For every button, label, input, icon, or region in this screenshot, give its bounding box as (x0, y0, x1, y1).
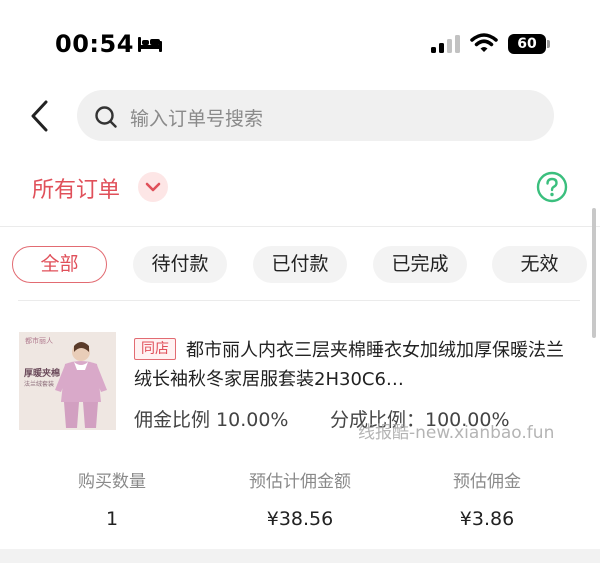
tab-invalid[interactable]: 无效 (492, 246, 587, 283)
section-separator (0, 549, 600, 563)
battery-tip (547, 40, 550, 48)
product-image[interactable]: 都市丽人 厚暖夹棉 法兰绒套装 (19, 332, 116, 430)
search-placeholder: 输入订单号搜索 (130, 108, 264, 130)
help-icon[interactable] (536, 171, 568, 203)
divider (0, 226, 600, 227)
chevron-down-icon (145, 182, 161, 192)
status-time: 00:54 (55, 30, 134, 58)
cellular-signal-icon (431, 35, 460, 53)
commission-rate: 佣金比例 10.00% (134, 409, 289, 431)
watermark: 线报酷-new.xianbao.fun (358, 423, 555, 443)
quantity-value: 1 (105, 508, 119, 530)
tab-pending-payment[interactable]: 待付款 (133, 246, 227, 283)
commission-base-value: ¥38.56 (266, 508, 334, 530)
product-image-brand: 都市丽人 (25, 337, 53, 345)
commission-base-label: 预估计佣金额 (249, 472, 351, 492)
sleep-mode-icon (138, 37, 162, 52)
product-image-caption: 厚暖夹棉 (24, 369, 61, 379)
tab-all[interactable]: 全部 (12, 246, 107, 283)
tab-paid[interactable]: 已付款 (253, 246, 347, 283)
quantity-label: 购买数量 (78, 472, 146, 492)
divider (18, 300, 580, 301)
order-filter-title[interactable]: 所有订单 (32, 172, 120, 204)
estimated-commission-value: ¥3.86 (459, 508, 515, 530)
search-input[interactable]: 输入订单号搜索 (77, 90, 554, 141)
tab-completed[interactable]: 已完成 (373, 246, 467, 283)
order-filter-dropdown[interactable] (138, 172, 168, 202)
battery-level: 60 (508, 34, 546, 54)
shop-badge: 同店 (134, 338, 176, 360)
product-title[interactable]: 都市丽人内衣三层夹棉睡衣女加绒加厚保暖法兰绒长袖秋冬家居服套装2H30C6… (134, 336, 580, 394)
battery-indicator: 60 (508, 34, 550, 54)
scrollbar[interactable] (592, 208, 596, 338)
search-icon (95, 106, 117, 128)
wifi-icon (470, 33, 498, 52)
product-image-subcaption: 法兰绒套装 (24, 381, 55, 388)
estimated-commission-label: 预估佣金 (453, 472, 521, 492)
back-button[interactable] (24, 96, 56, 136)
status-bar: 00:54 60 (0, 0, 600, 88)
